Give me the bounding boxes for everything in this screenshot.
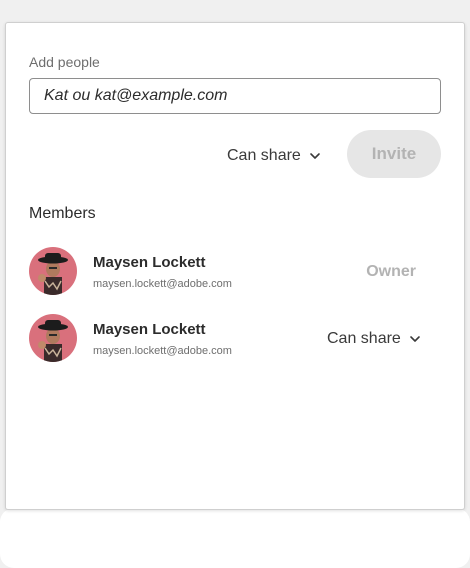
invite-button[interactable]: Invite xyxy=(347,130,441,178)
chevron-down-icon xyxy=(410,336,420,342)
share-panel: Add people Can share Invite Members Mays… xyxy=(5,22,465,510)
member-row-owner: Maysen Lockett maysen.lockett@adobe.com … xyxy=(29,247,441,297)
member-permission-label: Can share xyxy=(327,330,401,347)
member-email: maysen.lockett@adobe.com xyxy=(93,278,232,290)
member-permission-dropdown[interactable]: Can share xyxy=(327,330,421,348)
member-name: Maysen Lockett xyxy=(93,321,206,338)
invite-permission-label: Can share xyxy=(227,147,301,164)
bottom-sheet xyxy=(0,508,470,568)
avatar xyxy=(29,247,77,295)
member-role-owner: Owner xyxy=(366,263,416,280)
avatar xyxy=(29,314,77,362)
member-name: Maysen Lockett xyxy=(93,254,206,271)
members-heading: Members xyxy=(29,205,96,222)
add-people-label: Add people xyxy=(29,54,100,70)
add-people-input[interactable] xyxy=(29,78,441,114)
invite-permission-dropdown[interactable]: Can share xyxy=(227,147,321,165)
member-email: maysen.lockett@adobe.com xyxy=(93,345,232,357)
member-row: Maysen Lockett maysen.lockett@adobe.com … xyxy=(29,314,441,364)
chevron-down-icon xyxy=(310,153,320,159)
